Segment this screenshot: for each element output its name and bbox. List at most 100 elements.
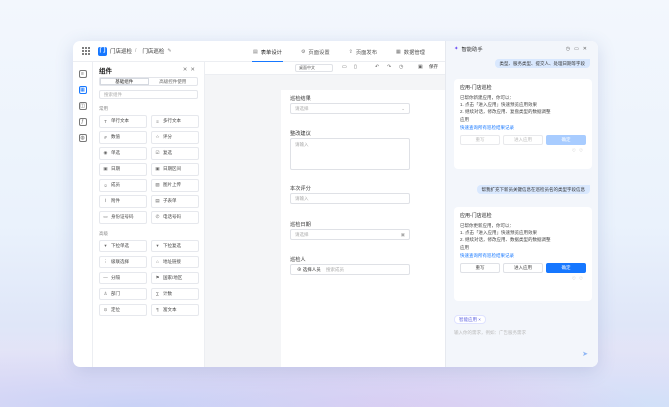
cascade-icon: ⋮	[103, 258, 108, 264]
field-suggestion[interactable]: 整改建议 请输入	[290, 130, 410, 170]
component-item[interactable]: ⋮ 级联选择	[99, 255, 147, 268]
card-link[interactable]: 快速查询所有巡检结果记录	[460, 125, 586, 131]
field-inspection-date[interactable]: 巡检日期 请选择 ▣	[290, 221, 410, 240]
mobile-icon[interactable]: ▯	[354, 64, 357, 70]
member-input[interactable]: ⊕ 选择人员 搜索成员	[290, 264, 410, 275]
app-grid-icon[interactable]	[82, 47, 90, 55]
component-item[interactable]: ☺ 成员	[99, 179, 147, 192]
textarea-input[interactable]: 请输入	[290, 138, 410, 170]
history-icon[interactable]: ◷	[566, 46, 574, 52]
component-item[interactable]: T 单行文本	[99, 115, 147, 128]
save-button[interactable]: 保存	[429, 64, 438, 70]
component-item[interactable]: ▾ 下拉单选	[99, 239, 147, 252]
component-item[interactable]: ◉ 单选	[99, 147, 147, 160]
card-line: 应用	[460, 116, 469, 122]
thumbs-down-icon[interactable]: ♡	[579, 148, 586, 153]
radio-icon: ◉	[103, 150, 108, 156]
edit-icon[interactable]: ✎	[167, 48, 171, 54]
history-icon[interactable]: ◷	[399, 64, 403, 70]
assistant-header: ✦ 智能助手 ◷▭✕	[446, 41, 598, 56]
component-label: 成员	[111, 182, 120, 188]
component-label: 附件	[111, 198, 120, 204]
card-line: 2. 继续对话，修改应用、复盘类型的数据调整	[460, 109, 551, 115]
component-label: 下拉复选	[163, 242, 181, 248]
component-item[interactable]: # 数值	[99, 131, 147, 144]
tab-page-settings[interactable]: ⚙ 页面设置	[296, 41, 335, 62]
component-item[interactable]: ☑ 复选	[151, 147, 199, 160]
breadcrumb-separator: /	[135, 48, 137, 54]
field-inspector[interactable]: 巡检人 ⊕ 选择人员 搜索成员	[290, 256, 410, 275]
card-line: 应用	[460, 244, 469, 250]
segment-advanced[interactable]: 高级控件使用	[149, 78, 198, 85]
globe-icon[interactable]: ◍	[78, 134, 87, 142]
chat-input[interactable]: 输入你的需求，例如：广告服务需求 ➤	[454, 330, 592, 360]
user-icon: ☺	[103, 182, 108, 188]
open-app-button[interactable]: 进入应用	[503, 262, 543, 273]
thumbs-down-icon[interactable]: ♡	[579, 276, 586, 281]
component-label: 电话号码	[163, 214, 181, 220]
assistant-panel: ✦ 智能助手 ◷▭✕ 类型、服务类型、提交人、处理日期等字段 应用-门店巡检 已…	[445, 41, 598, 367]
field-label: 巡检日期	[290, 222, 311, 228]
component-item[interactable]: ⌂ 地址链接	[151, 255, 199, 268]
checkbox-icon: ☑	[155, 150, 160, 156]
component-item[interactable]: ¶ 富文本	[151, 303, 199, 316]
component-item[interactable]: ✆ 电话号码	[151, 211, 199, 224]
desktop-icon[interactable]: ▭	[342, 64, 347, 70]
tab-page-publish[interactable]: ⇪ 页面发布	[344, 41, 382, 62]
field-inspection-result[interactable]: 巡检结果 请选择 ⌄	[290, 95, 410, 114]
breadcrumb-page[interactable]: 门店巡检	[142, 47, 164, 55]
open-app-button[interactable]: 进入应用	[503, 134, 543, 145]
send-icon[interactable]: ➤	[582, 350, 588, 358]
select-input[interactable]: 请选择 ⌄	[290, 103, 410, 114]
divider-icon: —	[103, 275, 108, 281]
smart-app-chip[interactable]: 智能应用 ×	[454, 315, 486, 324]
card-link[interactable]: 快速查询所有巡检结果记录	[460, 253, 586, 259]
component-item[interactable]: ⚑ 国家/地区	[151, 271, 199, 284]
rewrite-button[interactable]: 重写	[460, 134, 500, 145]
component-item[interactable]: ♙ 部门	[99, 287, 147, 300]
component-item[interactable]: ∑ 计数	[151, 287, 199, 300]
confirm-button[interactable]: 确定	[546, 262, 586, 273]
component-label: 定位	[111, 306, 120, 312]
component-label: 图片上传	[163, 182, 181, 188]
close-icon[interactable]: ✕	[583, 46, 591, 52]
confirm-button[interactable]: 确定	[546, 134, 586, 145]
component-item[interactable]: ▾ 下拉复选	[151, 239, 199, 252]
rewrite-button[interactable]: 重写	[460, 262, 500, 273]
component-label: 计数	[163, 290, 172, 296]
breadcrumb-app[interactable]: 门店巡检	[110, 47, 132, 55]
component-segments: 基础组件 高级控件使用	[99, 77, 198, 86]
component-item[interactable]: ▣ 日期区间	[151, 163, 199, 176]
thumbs-up-icon[interactable]: ♡	[572, 276, 579, 281]
placeholder: 搜索成员	[326, 267, 345, 272]
components-icon[interactable]: ▦	[78, 86, 87, 94]
component-item[interactable]: ☆ 评分	[151, 131, 199, 144]
component-item[interactable]: ⌇ 附件	[99, 195, 147, 208]
component-item[interactable]: — 分隔	[99, 271, 147, 284]
thumbs-up-icon[interactable]: ♡	[572, 148, 579, 153]
date-input[interactable]: 请选择 ▣	[290, 229, 410, 240]
text-input[interactable]: 请输入	[290, 193, 410, 204]
formula-icon[interactable]: ƒ	[78, 118, 87, 126]
outline-icon[interactable]: ≡	[78, 70, 87, 78]
select-member-button[interactable]: ⊕ 选择人员	[293, 266, 325, 275]
component-item[interactable]: ⊙ 定位	[99, 303, 147, 316]
undo-icon[interactable]: ↶	[375, 64, 379, 70]
field-score[interactable]: 本次评分 请输入	[290, 185, 410, 204]
preview-icon[interactable]: ▣	[418, 64, 423, 70]
component-item[interactable]: ▭ 身份证号码	[99, 211, 147, 224]
segment-basic[interactable]: 基础组件	[100, 78, 149, 85]
tab-form-design[interactable]: ▤ 表单设计	[248, 41, 287, 62]
component-search-input[interactable]: 搜索组件	[99, 90, 198, 99]
tab-data-management[interactable]: ▦ 数据管理	[391, 41, 430, 62]
redo-icon[interactable]: ↷	[387, 64, 391, 70]
component-item[interactable]: ▤ 子表单	[151, 195, 199, 208]
expand-icon[interactable]: ▭	[574, 46, 583, 52]
component-item[interactable]: ▨ 图片上传	[151, 179, 199, 192]
device-select[interactable]: 桌面中文	[295, 64, 333, 72]
component-item[interactable]: ▣ 日期	[99, 163, 147, 176]
data-source-icon[interactable]: ◫	[78, 102, 87, 110]
assistant-response-card: 应用-门店巡检 已帮你更新应用，你可以： 1. 点击「进入应用」快速预览应用效果…	[454, 207, 592, 301]
component-item[interactable]: ≡ 多行文本	[151, 115, 199, 128]
close-icon[interactable]: ✕	[190, 67, 198, 73]
